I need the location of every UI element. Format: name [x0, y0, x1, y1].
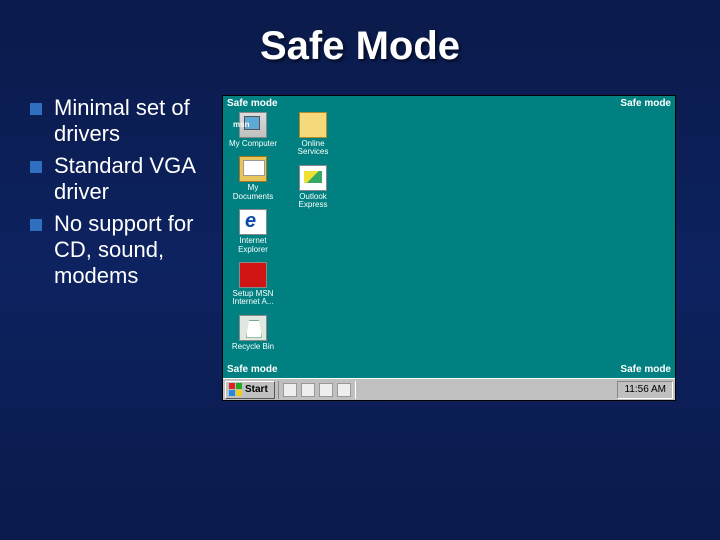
windows-logo-icon: [229, 383, 242, 396]
bullet-text: Standard VGA driver: [54, 153, 208, 205]
icon-label: Online Services: [287, 140, 339, 157]
quick-launch-item[interactable]: [337, 383, 351, 397]
icon-label: Internet Explorer: [227, 237, 279, 254]
taskbar: Start 11:56 AM: [223, 378, 675, 400]
slide-title: Safe Mode: [0, 0, 720, 69]
bullet-text: No support for CD, sound, modems: [54, 211, 208, 289]
safe-mode-label-tr: Safe mode: [620, 98, 671, 109]
msn-icon: [239, 262, 267, 288]
ie-icon: [239, 209, 267, 235]
bullet-item: No support for CD, sound, modems: [30, 211, 208, 289]
desktop-icon-setup-msn[interactable]: Setup MSN Internet A...: [229, 262, 277, 307]
folder-icon: [299, 112, 327, 138]
icon-column-1: My Computer My Documents Internet Explor…: [229, 112, 277, 351]
quick-launch-item[interactable]: [319, 383, 333, 397]
bullet-list: Minimal set of drivers Standard VGA driv…: [30, 95, 208, 401]
bullet-item: Minimal set of drivers: [30, 95, 208, 147]
recycle-bin-icon: [239, 315, 267, 341]
start-button[interactable]: Start: [225, 381, 275, 399]
safe-mode-label-br: Safe mode: [620, 364, 671, 375]
bullet-icon: [30, 219, 42, 231]
quick-launch-item[interactable]: [283, 383, 297, 397]
bullet-icon: [30, 103, 42, 115]
desktop-icon-recycle-bin[interactable]: Recycle Bin: [229, 315, 277, 351]
quick-launch: [278, 381, 356, 399]
icon-label: My Computer: [227, 140, 279, 148]
bullet-text: Minimal set of drivers: [54, 95, 208, 147]
system-tray-clock[interactable]: 11:56 AM: [617, 381, 673, 399]
icon-label: Recycle Bin: [227, 343, 279, 351]
icon-column-2: Online Services Outlook Express: [289, 112, 337, 351]
icon-label: My Documents: [227, 184, 279, 201]
desktop-icon-internet-explorer[interactable]: Internet Explorer: [229, 209, 277, 254]
windows-safe-mode-screenshot: Safe mode Safe mode Safe mode Safe mode …: [222, 95, 676, 401]
bullet-item: Standard VGA driver: [30, 153, 208, 205]
desktop-icon-my-documents[interactable]: My Documents: [229, 156, 277, 201]
desktop-icon-outlook-express[interactable]: Outlook Express: [289, 165, 337, 210]
bullet-icon: [30, 161, 42, 173]
desktop-icons: My Computer My Documents Internet Explor…: [229, 112, 337, 351]
slide: Safe Mode Minimal set of drivers Standar…: [0, 0, 720, 540]
quick-launch-item[interactable]: [301, 383, 315, 397]
start-label: Start: [245, 384, 268, 395]
safe-mode-label-bl: Safe mode: [227, 364, 278, 375]
desktop-icon-my-computer[interactable]: My Computer: [229, 112, 277, 148]
folder-icon: [239, 156, 267, 182]
slide-content: Minimal set of drivers Standard VGA driv…: [0, 69, 720, 401]
safe-mode-label-tl: Safe mode: [227, 98, 278, 109]
icon-label: Outlook Express: [287, 193, 339, 210]
outlook-icon: [299, 165, 327, 191]
icon-label: Setup MSN Internet A...: [227, 290, 279, 307]
desktop-icon-online-services[interactable]: Online Services: [289, 112, 337, 157]
